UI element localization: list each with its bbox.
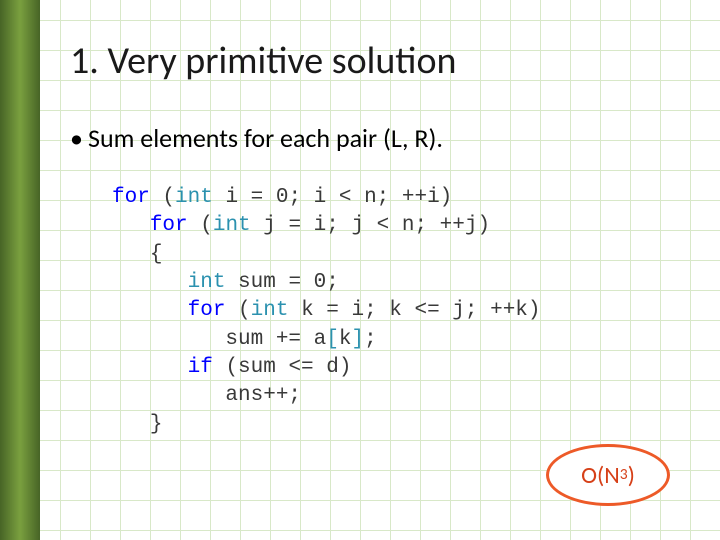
complexity-close: )	[628, 461, 635, 490]
code-text: sum = 0;	[225, 271, 338, 294]
keyword-for: for	[188, 299, 226, 322]
type-int: int	[175, 186, 213, 209]
keyword-for: for	[150, 214, 188, 237]
complexity-badge: O(N3)	[546, 444, 670, 506]
keyword-if: if	[188, 356, 213, 379]
code-text: }	[150, 413, 163, 436]
code-block: for (int i = 0; i < n; ++i) for (int j =…	[112, 184, 690, 439]
code-text: sum += a	[225, 328, 326, 351]
type-int: int	[251, 299, 289, 322]
code-text: ;	[364, 328, 377, 351]
keyword-for: for	[112, 186, 150, 209]
bracket-right: ]	[351, 328, 364, 351]
code-text: k = i; k <= j; ++k)	[288, 299, 540, 322]
type-int: int	[188, 271, 226, 294]
bullet-text: Sum elements for each pair (L, R).	[88, 122, 690, 154]
complexity-base: O(N	[581, 461, 620, 490]
left-accent-bar	[0, 0, 40, 540]
code-text: j = i; j < n; ++j)	[251, 214, 490, 237]
slide-title: 1. Very primitive solution	[70, 38, 690, 84]
code-text: ans++;	[225, 384, 301, 407]
code-text: (sum <= d)	[213, 356, 352, 379]
code-text: i = 0; i < n; ++i)	[213, 186, 452, 209]
type-int: int	[213, 214, 251, 237]
code-text: k	[339, 328, 352, 351]
bracket-left: [	[326, 328, 339, 351]
code-text: {	[150, 243, 163, 266]
